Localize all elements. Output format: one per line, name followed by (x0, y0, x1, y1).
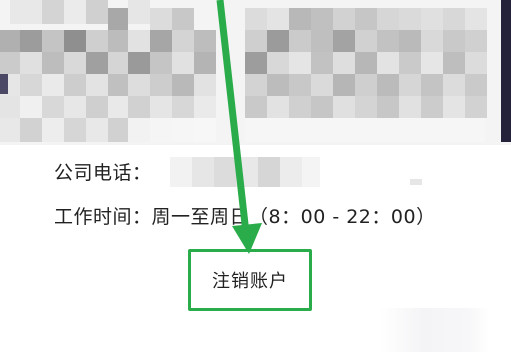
obscured-fragment-bottom (380, 308, 490, 352)
banner-edge-dark (0, 74, 8, 94)
deregister-account-button[interactable]: 注销账户 (188, 249, 312, 311)
pixelated-banner (0, 0, 511, 145)
work-hours-row: 工作时间：周一至周日（8：00 - 22：00） (54, 202, 436, 229)
deregister-account-label: 注销账户 (212, 271, 288, 292)
work-hours-label: 工作时间： (54, 206, 152, 228)
company-phone-value-obscured (170, 157, 320, 187)
banner-edge-dark-right (501, 0, 511, 142)
company-phone-label: 公司电话： (54, 162, 152, 184)
obscured-fragment (410, 179, 422, 185)
company-phone-row: 公司电话： (54, 158, 152, 185)
work-hours-value: 周一至周日（8：00 - 22：00） (151, 206, 436, 228)
